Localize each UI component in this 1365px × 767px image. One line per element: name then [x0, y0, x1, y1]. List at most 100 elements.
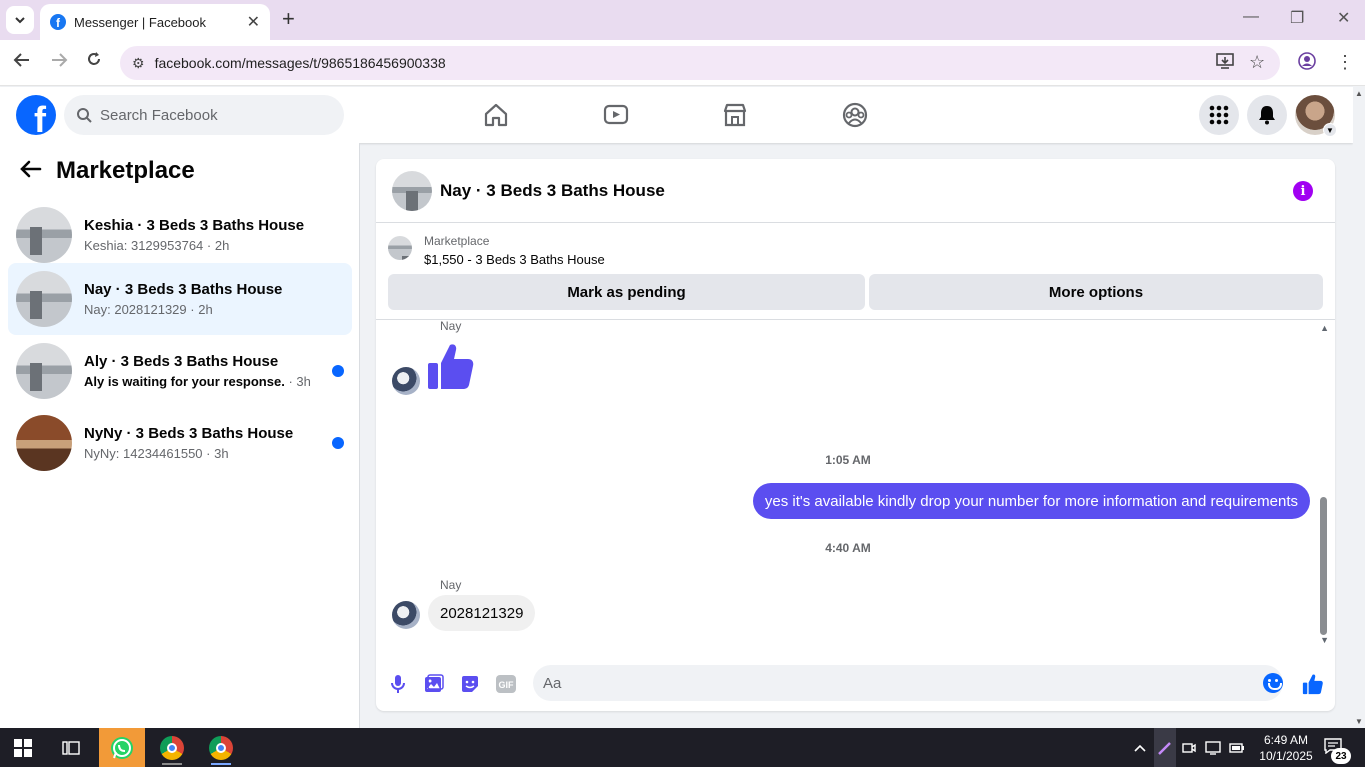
- more-options-button[interactable]: More options: [869, 274, 1323, 310]
- chevron-down-icon: [15, 17, 25, 24]
- bookmark-star-icon[interactable]: ☆: [1249, 52, 1265, 73]
- pen-tray-icon[interactable]: [1154, 728, 1176, 767]
- browser-tab-strip: f Messenger | Facebook ✕ + — ❐ ✕: [0, 0, 1365, 40]
- arrow-left-icon: [13, 53, 29, 67]
- photo-icon[interactable]: [423, 673, 445, 695]
- message-input[interactable]: [533, 665, 1283, 701]
- conversation-preview: Keshia: 3129953764 · 2h: [84, 238, 230, 253]
- message-list: Nay 1:05 AM yes it's available kindly dr…: [376, 319, 1335, 651]
- reload-icon: [88, 52, 100, 65]
- send-like-icon[interactable]: [1302, 673, 1324, 695]
- network-icon[interactable]: [1205, 728, 1221, 767]
- close-window-button[interactable]: ✕: [1337, 8, 1350, 28]
- bell-icon: [1259, 106, 1275, 125]
- outgoing-message[interactable]: yes it's available kindly drop your numb…: [752, 483, 1310, 519]
- sender-avatar[interactable]: [392, 367, 420, 395]
- install-app-icon[interactable]: [1216, 52, 1234, 75]
- scroll-down-arrow[interactable]: ▼: [1320, 635, 1329, 645]
- search-input[interactable]: [100, 106, 320, 124]
- chat-listing-avatar[interactable]: [392, 170, 432, 211]
- clock-time: 6:49 AM: [1263, 733, 1309, 747]
- conversation-item-aly[interactable]: Aly · 3 Beds 3 Baths House Aly is waitin…: [8, 335, 352, 407]
- incoming-message[interactable]: 2028121329: [428, 595, 536, 631]
- back-button[interactable]: [13, 51, 31, 74]
- sticker-icon[interactable]: [459, 673, 481, 695]
- emoji-icon[interactable]: [1263, 673, 1283, 693]
- unread-indicator: [332, 365, 344, 377]
- account-avatar[interactable]: ▼: [1295, 95, 1337, 137]
- info-icon[interactable]: i: [1293, 181, 1313, 201]
- battery-icon[interactable]: [1229, 728, 1245, 767]
- menu-grid-button[interactable]: [1199, 95, 1239, 135]
- active-indicator: [211, 763, 231, 765]
- browser-tab-messenger[interactable]: f Messenger | Facebook ✕: [40, 4, 270, 40]
- notifications-button[interactable]: [1247, 95, 1287, 135]
- groups-nav-icon[interactable]: [839, 99, 871, 131]
- conversation-item-nyny[interactable]: NyNy · 3 Beds 3 Baths House NyNy: 142344…: [8, 407, 352, 479]
- listing-thumbnail: [16, 207, 72, 263]
- listing-thumbnail[interactable]: [388, 236, 412, 260]
- sender-avatar[interactable]: [392, 601, 420, 629]
- profile-icon[interactable]: [1298, 52, 1316, 75]
- browser-menu-icon[interactable]: ⋮: [1336, 52, 1354, 73]
- timestamp: 1:05 AM: [825, 453, 871, 467]
- restore-button[interactable]: ❐: [1290, 8, 1304, 28]
- chat-panel: Nay · 3 Beds 3 Baths House i Marketplace…: [376, 159, 1335, 711]
- notification-count-badge: 23: [1331, 748, 1351, 764]
- chrome-taskbar-button-1[interactable]: [149, 728, 195, 767]
- reload-button[interactable]: [86, 51, 102, 72]
- show-hidden-icons-chevron[interactable]: [1133, 728, 1147, 767]
- message-scrollbar-thumb[interactable]: [1320, 497, 1327, 635]
- sidebar-title: Marketplace: [56, 157, 195, 184]
- facebook-logo-icon[interactable]: f: [16, 95, 56, 135]
- conversation-sidebar: Marketplace Keshia · 3 Beds 3 Baths Hous…: [0, 143, 360, 728]
- listing-thumbnail: [16, 415, 72, 471]
- sender-name: Nay: [440, 578, 462, 592]
- sidebar-header: Marketplace: [20, 157, 195, 185]
- close-tab-icon[interactable]: ✕: [247, 12, 260, 32]
- gif-icon[interactable]: GIF: [495, 673, 517, 695]
- new-tab-button[interactable]: +: [282, 8, 295, 30]
- conversation-name: Aly · 3 Beds 3 Baths House: [84, 353, 279, 370]
- listing-banner: Marketplace $1,550 - 3 Beds 3 Baths Hous…: [376, 224, 1335, 320]
- conversation-item-nay[interactable]: Nay · 3 Beds 3 Baths House Nay: 20281213…: [8, 263, 352, 335]
- scroll-up-arrow[interactable]: ▲: [1355, 89, 1363, 98]
- site-settings-icon[interactable]: ⚙: [132, 55, 145, 72]
- conversation-name: NyNy · 3 Beds 3 Baths House: [84, 425, 294, 442]
- svg-text:GIF: GIF: [499, 680, 515, 690]
- start-button[interactable]: [0, 728, 46, 767]
- chat-title[interactable]: Nay · 3 Beds 3 Baths House: [440, 181, 665, 201]
- back-arrow-icon[interactable]: [20, 157, 42, 185]
- home-nav-icon[interactable]: [480, 99, 512, 131]
- address-bar[interactable]: ⚙ facebook.com/messages/t/98651864569003…: [120, 46, 1280, 80]
- whatsapp-icon: [111, 736, 133, 759]
- scroll-up-arrow[interactable]: ▲: [1320, 323, 1329, 333]
- browser-toolbar: ⚙ facebook.com/messages/t/98651864569003…: [0, 40, 1365, 86]
- windows-taskbar: 6:49 AM 10/1/2025 23: [0, 728, 1365, 767]
- sender-name: Nay: [440, 319, 462, 333]
- forward-button[interactable]: [50, 51, 68, 74]
- system-clock[interactable]: 6:49 AM 10/1/2025: [1254, 732, 1318, 764]
- microphone-icon[interactable]: [387, 673, 409, 695]
- conversation-item-keshia[interactable]: Keshia · 3 Beds 3 Baths House Keshia: 31…: [8, 199, 352, 271]
- whatsapp-taskbar-button[interactable]: [99, 728, 145, 767]
- meet-now-icon[interactable]: [1182, 728, 1196, 767]
- thumbs-up-icon: [426, 341, 476, 396]
- page-scrollbar[interactable]: ▲ ▼: [1353, 87, 1365, 728]
- facebook-favicon-icon: f: [50, 14, 66, 30]
- task-view-button[interactable]: [48, 728, 94, 767]
- chrome-icon: [209, 735, 233, 760]
- url-text: facebook.com/messages/t/9865186456900338: [154, 55, 446, 71]
- message-composer: GIF: [376, 659, 1335, 711]
- minimize-button[interactable]: —: [1243, 8, 1259, 26]
- chrome-taskbar-button-2[interactable]: [198, 728, 244, 767]
- tab-search-button[interactable]: [6, 6, 34, 34]
- search-box[interactable]: [64, 95, 344, 135]
- marketplace-nav-icon[interactable]: [719, 99, 751, 131]
- listing-name[interactable]: $1,550 - 3 Beds 3 Baths House: [424, 252, 605, 267]
- video-nav-icon[interactable]: [600, 99, 632, 131]
- windows-logo-icon: [14, 738, 32, 757]
- conversation-preview: NyNy: 14234461550 · 3h: [84, 446, 229, 461]
- scroll-down-arrow[interactable]: ▼: [1355, 717, 1363, 726]
- mark-as-pending-button[interactable]: Mark as pending: [388, 274, 865, 310]
